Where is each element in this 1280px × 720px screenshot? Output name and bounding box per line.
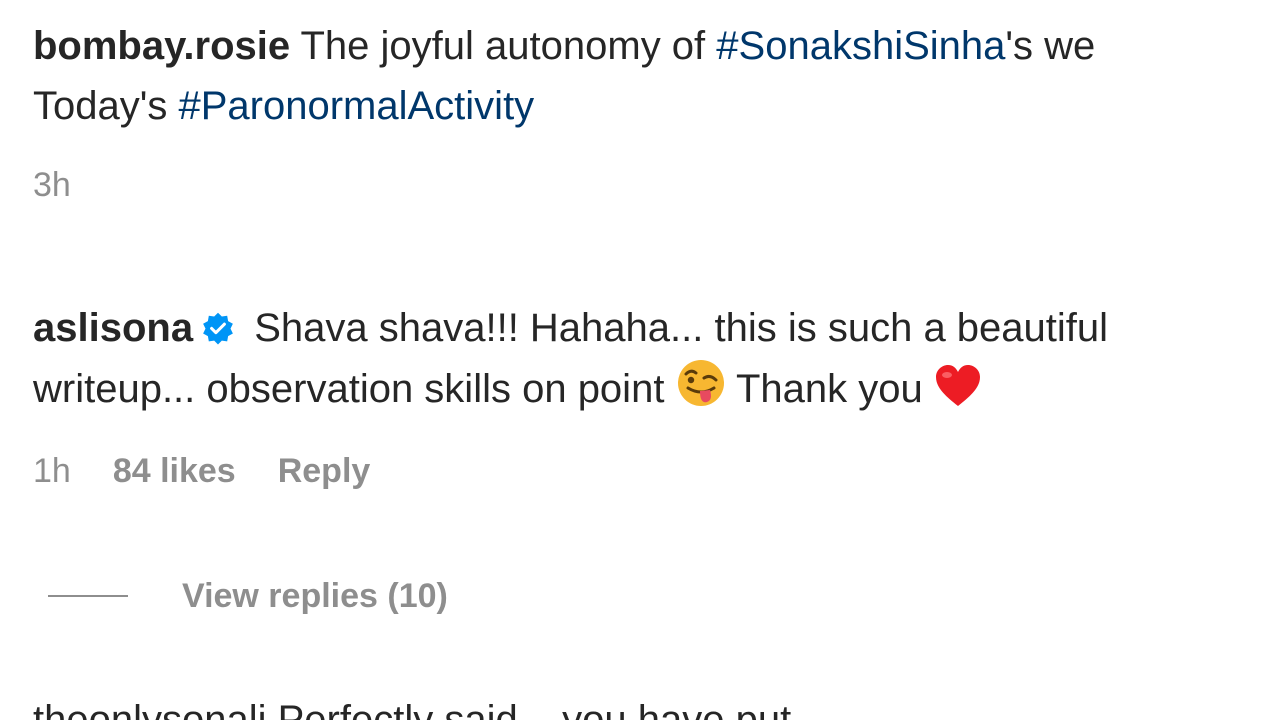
comment-aslisona: aslisona Shava shava!!! Hahaha... this i…: [33, 298, 1280, 358]
verified-badge-icon: [203, 312, 233, 345]
comment-timestamp[interactable]: 1h: [33, 452, 71, 491]
comment-partial: theonlysonali Perfectly said... you have…: [33, 690, 825, 720]
comment-meta: 3h: [33, 166, 113, 205]
comment-aslisona-line2: writeup... observation skills on point T…: [33, 358, 1280, 419]
comment-text-cont: 's we: [1005, 24, 1096, 68]
comment-partial-text: theonlysonali Perfectly said... you have…: [33, 698, 825, 720]
comment-text-line2: Today's: [33, 84, 179, 128]
comment-text: The joyful autonomy of: [290, 24, 717, 68]
comment-bombay-rosie: bombay.rosie The joyful autonomy of #Son…: [33, 16, 1280, 76]
comment-username[interactable]: bombay.rosie: [33, 24, 290, 68]
view-replies-button[interactable]: View replies (10): [48, 568, 448, 624]
comment-text-cont: Thank you: [725, 367, 934, 411]
comment-bombay-rosie-line2: Today's #ParonormalActivity: [33, 76, 1280, 136]
hashtag-link-paronormalactivity[interactable]: #ParonormalActivity: [179, 84, 535, 128]
reply-button[interactable]: Reply: [278, 452, 371, 491]
comment-text-line2: writeup... observation skills on point: [33, 367, 676, 411]
winking-face-with-tongue-emoji: [677, 360, 724, 406]
likes-count[interactable]: 84 likes: [113, 452, 236, 491]
view-replies-label: View replies (10): [182, 576, 448, 615]
view-replies-divider: [48, 595, 128, 597]
comment-meta: 1h 84 likes Reply: [33, 452, 412, 491]
comment-timestamp[interactable]: 3h: [33, 166, 71, 205]
red-heart-emoji: [935, 365, 980, 406]
comment-text: Shava shava!!! Hahaha... this is such a …: [243, 306, 1109, 350]
hashtag-link-sonakshisinha[interactable]: #SonakshiSinha: [716, 24, 1005, 68]
comment-username[interactable]: aslisona: [33, 306, 193, 350]
